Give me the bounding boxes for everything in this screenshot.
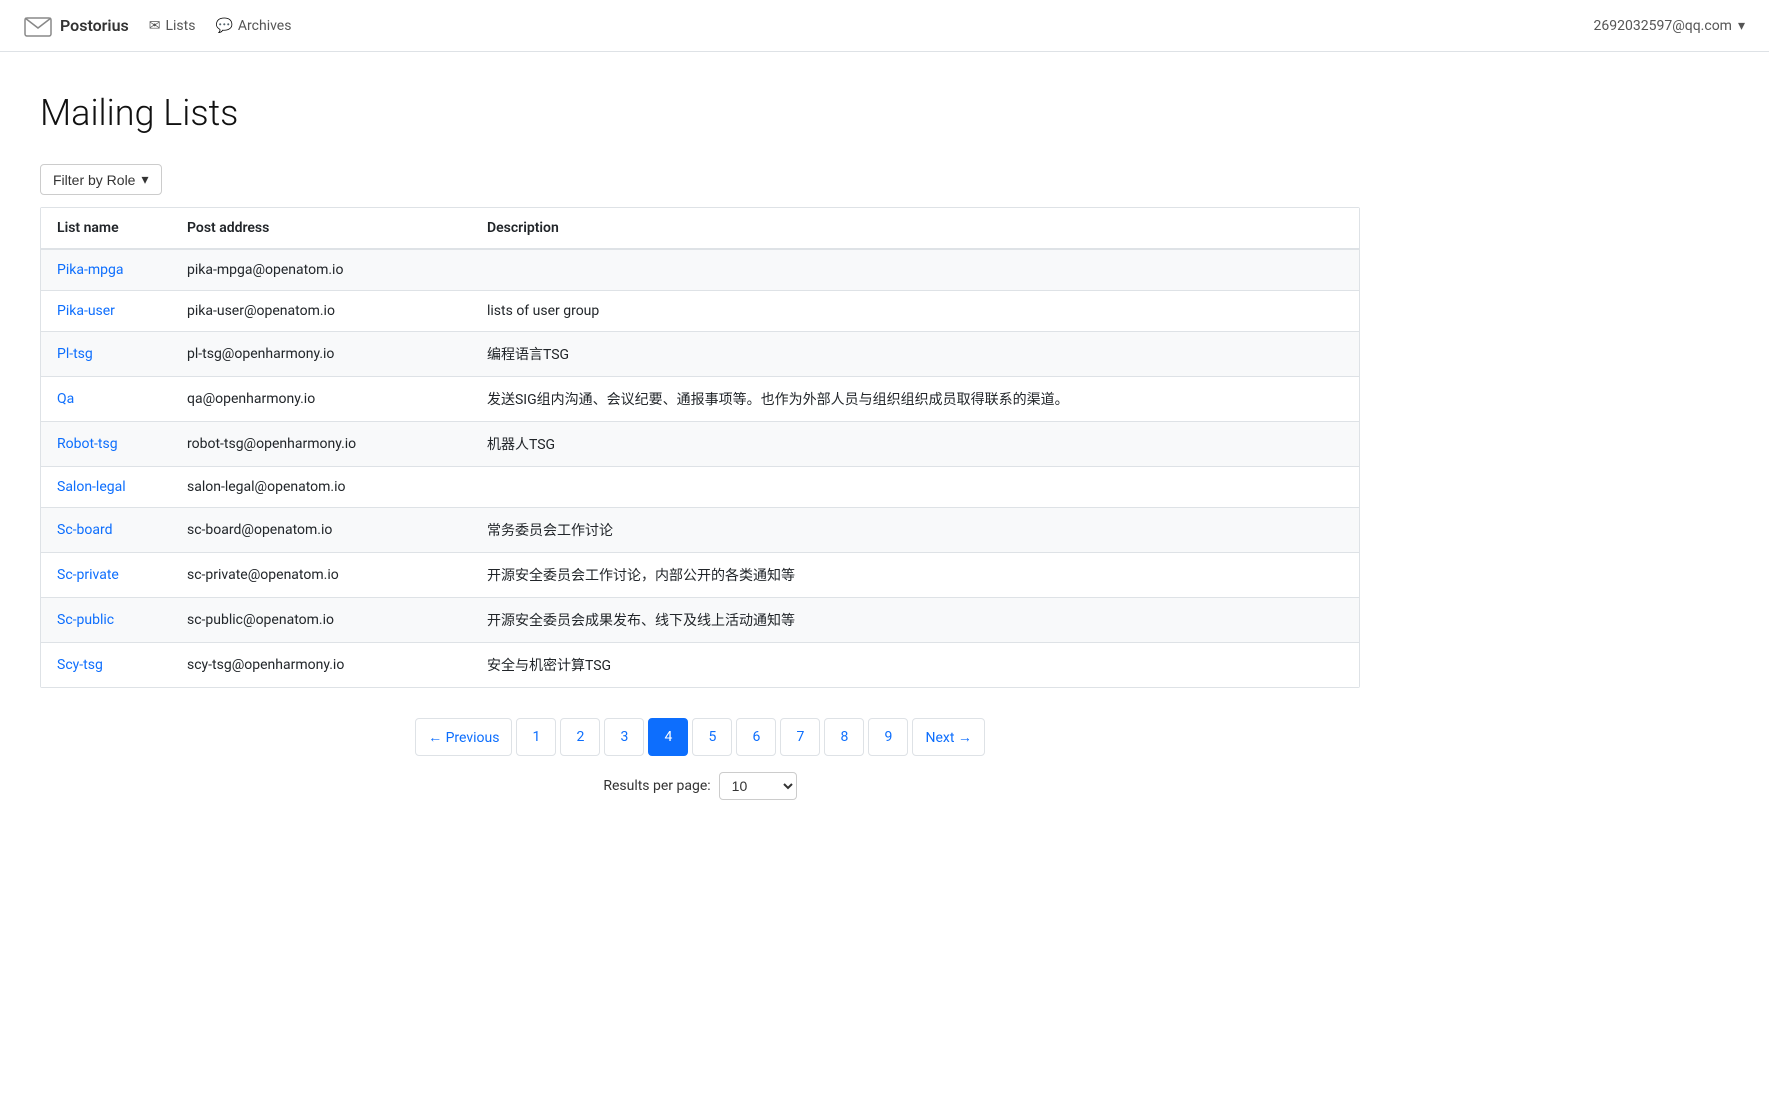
user-menu[interactable]: 2692032597@qq.com ▾ <box>1594 18 1745 34</box>
results-per-page-label: Results per page: <box>603 778 710 794</box>
list-name-link[interactable]: Sc-public <box>57 612 114 628</box>
page-5-button[interactable]: 5 <box>692 718 732 756</box>
list-description: 机器人TSG <box>471 422 1359 467</box>
table-row: Robot-tsg robot-tsg@openharmony.io机器人TSG <box>41 422 1359 467</box>
table-row: Scy-tsg scy-tsg@openharmony.io安全与机密计算TSG <box>41 643 1359 688</box>
list-name-link[interactable]: Salon-legal <box>57 479 126 495</box>
mailing-lists-table-container: List name Post address Description Pika-… <box>40 207 1360 688</box>
table-row: Sc-public sc-public@openatom.io开源安全委员会成果发… <box>41 598 1359 643</box>
nav-lists-label: Lists <box>165 18 195 34</box>
mailing-lists-table: List name Post address Description Pika-… <box>41 208 1359 687</box>
list-description: 开源安全委员会成果发布、线下及线上活动通知等 <box>471 598 1359 643</box>
next-button[interactable]: Next → <box>912 718 984 756</box>
table-header-row: List name Post address Description <box>41 208 1359 249</box>
filter-bar: Filter by Role ▾ <box>40 164 1360 195</box>
page-7-button[interactable]: 7 <box>780 718 820 756</box>
table-row: Sc-private sc-private@openatom.io开源安全委员会工… <box>41 553 1359 598</box>
list-post-address: pl-tsg@openharmony.io <box>171 332 471 377</box>
filter-dropdown-icon: ▾ <box>141 171 148 188</box>
list-post-address: scy-tsg@openharmony.io <box>171 643 471 688</box>
list-post-address: sc-board@openatom.io <box>171 508 471 553</box>
filter-by-role-button[interactable]: Filter by Role ▾ <box>40 164 162 195</box>
results-per-page-select[interactable]: 10 25 50 100 <box>719 772 797 800</box>
table-row: Salon-legal salon-legal@openatom.io <box>41 467 1359 508</box>
nav-archives-label: Archives <box>238 18 292 34</box>
results-per-page: Results per page: 10 25 50 100 <box>603 772 796 800</box>
navbar: Postorius ✉ Lists 💬 Archives 2692032597@… <box>0 0 1769 52</box>
list-description: 常务委员会工作讨论 <box>471 508 1359 553</box>
list-post-address: salon-legal@openatom.io <box>171 467 471 508</box>
list-post-address: pika-user@openatom.io <box>171 291 471 332</box>
user-email: 2692032597@qq.com <box>1594 18 1732 34</box>
col-header-post: Post address <box>171 208 471 249</box>
list-post-address: sc-private@openatom.io <box>171 553 471 598</box>
list-name-link[interactable]: Sc-board <box>57 522 112 538</box>
list-name-link[interactable]: Pika-user <box>57 303 115 319</box>
page-9-button[interactable]: 9 <box>868 718 908 756</box>
table-row: Pika-user pika-user@openatom.iolists of u… <box>41 291 1359 332</box>
list-name-link[interactable]: Sc-private <box>57 567 119 583</box>
list-name-link[interactable]: Pika-mpga <box>57 262 123 278</box>
page-8-button[interactable]: 8 <box>824 718 864 756</box>
page-6-button[interactable]: 6 <box>736 718 776 756</box>
main-content: Mailing Lists Filter by Role ▾ List name… <box>0 52 1400 850</box>
pagination-section: ← Previous 1 2 3 4 5 6 7 8 9 Next → Resu… <box>40 688 1360 820</box>
table-row: Pika-mpga pika-mpga@openatom.io <box>41 249 1359 291</box>
list-post-address: robot-tsg@openharmony.io <box>171 422 471 467</box>
page-4-button[interactable]: 4 <box>648 718 688 756</box>
page-2-button[interactable]: 2 <box>560 718 600 756</box>
brand-icon <box>24 15 52 37</box>
archives-icon: 💬 <box>215 18 232 34</box>
pagination: ← Previous 1 2 3 4 5 6 7 8 9 Next → <box>415 718 985 756</box>
list-name-link[interactable]: Qa <box>57 391 74 407</box>
list-name-link[interactable]: Robot-tsg <box>57 436 118 452</box>
table-row: Pl-tsg pl-tsg@openharmony.io编程语言TSG <box>41 332 1359 377</box>
brand-link[interactable]: Postorius <box>24 15 129 37</box>
lists-icon: ✉ <box>149 18 161 34</box>
page-title: Mailing Lists <box>40 92 1360 134</box>
nav-lists-link[interactable]: ✉ Lists <box>149 18 196 34</box>
list-name-link[interactable]: Pl-tsg <box>57 346 93 362</box>
list-description: 编程语言TSG <box>471 332 1359 377</box>
page-3-button[interactable]: 3 <box>604 718 644 756</box>
list-name-link[interactable]: Scy-tsg <box>57 657 103 673</box>
previous-button[interactable]: ← Previous <box>415 718 512 756</box>
list-description: 开源安全委员会工作讨论，内部公开的各类通知等 <box>471 553 1359 598</box>
table-row: Qa qa@openharmony.io发送SIG组内沟通、会议纪要、通报事项等。… <box>41 377 1359 422</box>
filter-label: Filter by Role <box>53 172 135 188</box>
navbar-left: Postorius ✉ Lists 💬 Archives <box>24 15 291 37</box>
list-description: lists of user group <box>471 291 1359 332</box>
list-post-address: pika-mpga@openatom.io <box>171 249 471 291</box>
list-description: 发送SIG组内沟通、会议纪要、通报事项等。也作为外部人员与组织组织成员取得联系的… <box>471 377 1359 422</box>
col-header-desc: Description <box>471 208 1359 249</box>
list-description: 安全与机密计算TSG <box>471 643 1359 688</box>
col-header-name: List name <box>41 208 171 249</box>
list-description <box>471 467 1359 508</box>
list-description <box>471 249 1359 291</box>
user-dropdown-icon: ▾ <box>1738 18 1745 34</box>
list-post-address: sc-public@openatom.io <box>171 598 471 643</box>
page-1-button[interactable]: 1 <box>516 718 556 756</box>
table-row: Sc-board sc-board@openatom.io常务委员会工作讨论 <box>41 508 1359 553</box>
nav-archives-link[interactable]: 💬 Archives <box>215 18 291 34</box>
brand-label: Postorius <box>60 16 129 35</box>
list-post-address: qa@openharmony.io <box>171 377 471 422</box>
